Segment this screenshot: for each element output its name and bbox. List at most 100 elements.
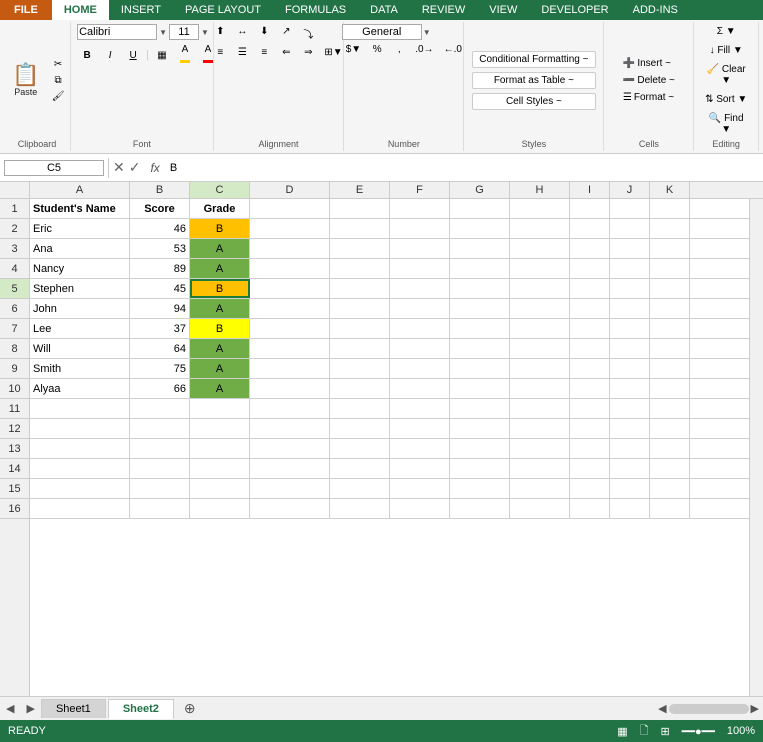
cell-r11-c5[interactable]	[390, 399, 450, 418]
cell-r9-c6[interactable]	[450, 359, 510, 378]
row-header-7[interactable]: 7	[0, 319, 29, 339]
col-header-b[interactable]: B	[130, 182, 190, 198]
cell-r9-c5[interactable]	[390, 359, 450, 378]
cell-r4-c6[interactable]	[450, 259, 510, 278]
cell-r12-c6[interactable]	[450, 419, 510, 438]
insert-button[interactable]: ➕ Insert ~	[617, 56, 681, 71]
cell-r7-c6[interactable]	[450, 319, 510, 338]
increase-decimal-button[interactable]: .0→	[411, 42, 437, 57]
font-name-dropdown[interactable]: ▼	[159, 28, 167, 37]
cell-r5-c0[interactable]: Stephen	[30, 279, 130, 298]
cell-r16-c5[interactable]	[390, 499, 450, 518]
cell-r3-c9[interactable]	[610, 239, 650, 258]
cell-r5-c1[interactable]: 45	[130, 279, 190, 298]
cell-r2-c1[interactable]: 46	[130, 219, 190, 238]
cell-r15-c7[interactable]	[510, 479, 570, 498]
cell-r15-c2[interactable]	[190, 479, 250, 498]
page-break-icon[interactable]: ⊞	[661, 725, 670, 738]
cell-r14-c2[interactable]	[190, 459, 250, 478]
cell-r7-c4[interactable]	[330, 319, 390, 338]
cell-r12-c1[interactable]	[130, 419, 190, 438]
border-button[interactable]: ▦	[152, 48, 172, 63]
tab-insert[interactable]: INSERT	[109, 0, 173, 20]
cell-r8-c8[interactable]	[570, 339, 610, 358]
cell-r12-c9[interactable]	[610, 419, 650, 438]
cell-r9-c7[interactable]	[510, 359, 570, 378]
cell-r7-c2[interactable]: B	[190, 319, 250, 338]
cell-r2-c9[interactable]	[610, 219, 650, 238]
format-painter-button[interactable]: 🖌	[48, 89, 69, 104]
cell-r1-c7[interactable]	[510, 199, 570, 218]
cell-r5-c4[interactable]	[330, 279, 390, 298]
cell-r4-c2[interactable]: A	[190, 259, 250, 278]
cell-r8-c9[interactable]	[610, 339, 650, 358]
autosum-button[interactable]: Σ ▼	[713, 24, 740, 39]
col-header-g[interactable]: G	[450, 182, 510, 198]
cell-r13-c3[interactable]	[250, 439, 330, 458]
cell-r14-c6[interactable]	[450, 459, 510, 478]
cell-r3-c5[interactable]	[390, 239, 450, 258]
row-header-4[interactable]: 4	[0, 259, 29, 279]
cell-r12-c7[interactable]	[510, 419, 570, 438]
cell-r15-c9[interactable]	[610, 479, 650, 498]
tab-add-ins[interactable]: ADD-INS	[621, 0, 690, 20]
cell-r1-c0[interactable]: Student's Name	[30, 199, 130, 218]
cell-r15-c3[interactable]	[250, 479, 330, 498]
cell-r16-c1[interactable]	[130, 499, 190, 518]
cell-r3-c6[interactable]	[450, 239, 510, 258]
percent-button[interactable]: %	[367, 42, 387, 57]
cell-r10-c10[interactable]	[650, 379, 690, 398]
cell-r15-c6[interactable]	[450, 479, 510, 498]
row-header-14[interactable]: 14	[0, 459, 29, 479]
cell-r13-c10[interactable]	[650, 439, 690, 458]
cell-r11-c2[interactable]	[190, 399, 250, 418]
cell-r14-c7[interactable]	[510, 459, 570, 478]
cell-r6-c8[interactable]	[570, 299, 610, 318]
cell-r9-c4[interactable]	[330, 359, 390, 378]
cell-r2-c5[interactable]	[390, 219, 450, 238]
find-select-button[interactable]: 🔍 Find ▼	[700, 111, 752, 137]
cell-r14-c0[interactable]	[30, 459, 130, 478]
cell-r5-c2[interactable]: B	[190, 279, 250, 298]
cell-r12-c3[interactable]	[250, 419, 330, 438]
cell-r10-c8[interactable]	[570, 379, 610, 398]
cell-r1-c1[interactable]: Score	[130, 199, 190, 218]
paste-button[interactable]: 📋 Paste	[6, 62, 46, 99]
cell-r3-c2[interactable]: A	[190, 239, 250, 258]
cell-r11-c0[interactable]	[30, 399, 130, 418]
tab-review[interactable]: REVIEW	[410, 0, 477, 20]
row-header-12[interactable]: 12	[0, 419, 29, 439]
cell-r2-c7[interactable]	[510, 219, 570, 238]
cell-styles-button[interactable]: Cell Styles ~	[472, 93, 595, 110]
cell-r5-c9[interactable]	[610, 279, 650, 298]
cell-r3-c4[interactable]	[330, 239, 390, 258]
row-header-11[interactable]: 11	[0, 399, 29, 419]
cell-r1-c3[interactable]	[250, 199, 330, 218]
decrease-decimal-button[interactable]: ←.0	[440, 42, 466, 57]
horizontal-scrollbar[interactable]	[669, 704, 749, 714]
cell-r4-c4[interactable]	[330, 259, 390, 278]
cell-r10-c6[interactable]	[450, 379, 510, 398]
cell-r14-c4[interactable]	[330, 459, 390, 478]
tab-home[interactable]: HOME	[52, 0, 109, 20]
cell-r8-c10[interactable]	[650, 339, 690, 358]
tab-data[interactable]: DATA	[358, 0, 410, 20]
scroll-left[interactable]: ◀	[658, 702, 666, 715]
bold-button[interactable]: B	[77, 48, 97, 63]
cell-r7-c3[interactable]	[250, 319, 330, 338]
cell-r7-c1[interactable]: 37	[130, 319, 190, 338]
cell-r4-c9[interactable]	[610, 259, 650, 278]
cell-r10-c0[interactable]: Alyaa	[30, 379, 130, 398]
cell-r8-c2[interactable]: A	[190, 339, 250, 358]
cell-r4-c0[interactable]: Nancy	[30, 259, 130, 278]
cut-button[interactable]: ✂	[48, 57, 69, 72]
cell-r2-c10[interactable]	[650, 219, 690, 238]
sheet-nav-right[interactable]: ▶	[20, 702, 40, 715]
delete-button[interactable]: ➖ Delete ~	[617, 73, 681, 88]
cell-r6-c5[interactable]	[390, 299, 450, 318]
cell-r9-c10[interactable]	[650, 359, 690, 378]
cell-r15-c0[interactable]	[30, 479, 130, 498]
cell-r13-c5[interactable]	[390, 439, 450, 458]
cell-r12-c4[interactable]	[330, 419, 390, 438]
row-header-1[interactable]: 1	[0, 199, 29, 219]
